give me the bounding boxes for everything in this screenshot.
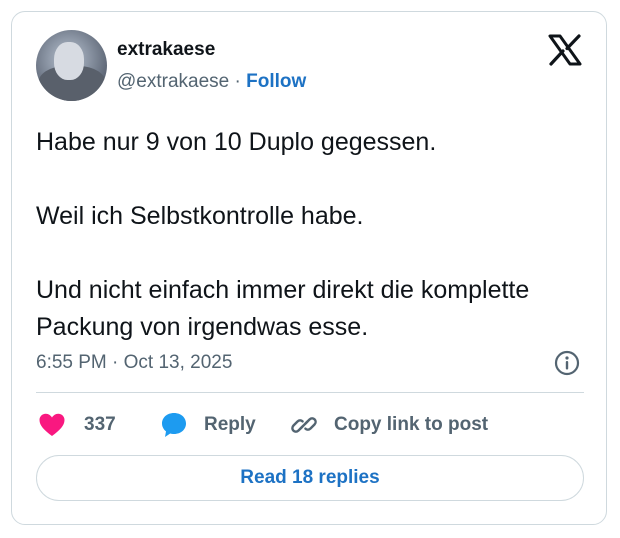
follow-link[interactable]: Follow <box>246 71 306 92</box>
divider <box>36 392 584 393</box>
link-icon <box>291 417 317 433</box>
handle-separator: · <box>234 71 241 92</box>
author-handle[interactable]: @extrakaese <box>117 71 229 92</box>
like-count: 337 <box>84 414 116 435</box>
heart-icon <box>39 413 65 436</box>
x-logo-icon[interactable] <box>548 34 582 66</box>
copy-link-label: Copy link to post <box>334 414 489 435</box>
tweet-card: extrakaese @extrakaese · Follow Habe nur… <box>11 11 607 525</box>
reply-label: Reply <box>204 414 256 435</box>
avatar[interactable] <box>36 30 107 101</box>
tweet-line: Und nicht einfach immer direkt die kompl… <box>36 276 530 341</box>
like-button[interactable]: 337 <box>38 410 116 440</box>
tweet-timestamp[interactable]: 6:55 PM · Oct 13, 2025 <box>36 351 232 375</box>
speech-bubble-icon <box>162 413 186 437</box>
author-handle-row: @extrakaese · Follow <box>117 70 306 94</box>
read-replies-button[interactable]: Read 18 replies <box>36 455 584 501</box>
reply-button[interactable]: Reply <box>160 410 256 440</box>
info-icon[interactable] <box>554 350 580 376</box>
copy-link-button[interactable]: Copy link to post <box>290 410 488 440</box>
avatar-face <box>54 42 84 80</box>
author-name[interactable]: extrakaese <box>117 38 215 62</box>
tweet-line: Habe nur 9 von 10 Duplo gegessen. <box>36 128 437 156</box>
tweet-line: Weil ich Selbstkontrolle habe. <box>36 202 364 230</box>
tweet-text: Habe nur 9 von 10 Duplo gegessen. Weil i… <box>36 124 596 346</box>
